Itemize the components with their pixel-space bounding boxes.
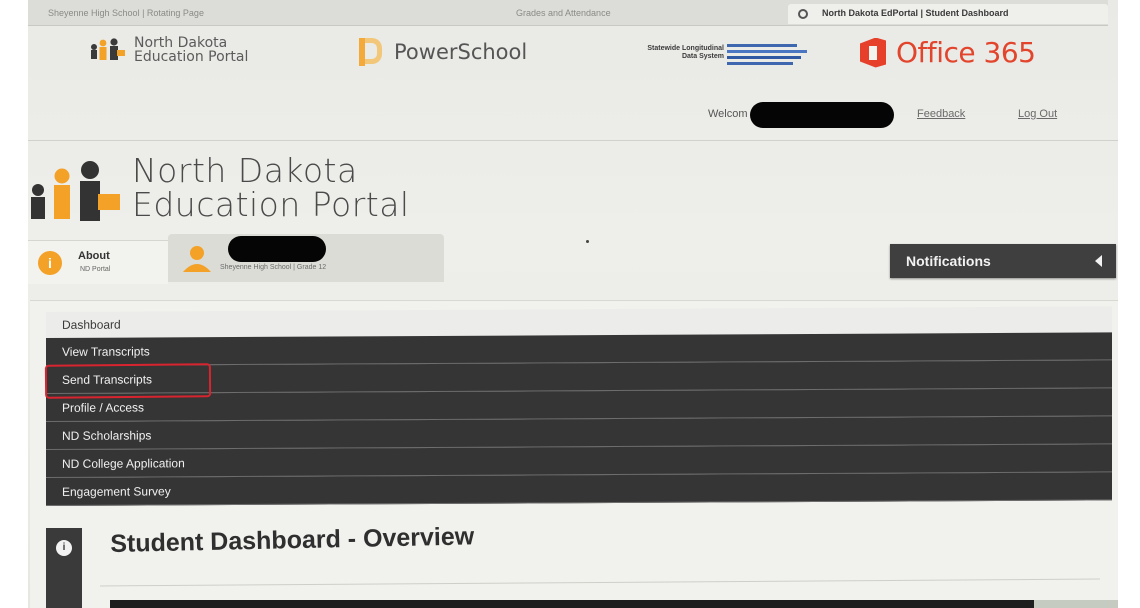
slds-line1: Statewide Longitudinal	[647, 45, 724, 52]
nd-portal-line2: Education Portal	[134, 49, 249, 65]
office365-label: Office 365	[896, 36, 1036, 69]
notifications-toggle[interactable]: Notifications	[890, 244, 1116, 278]
speck	[586, 240, 589, 243]
office365-link[interactable]: Office 365	[860, 36, 1036, 69]
browser-tab-rotating-page[interactable]: Sheyenne High School | Rotating Page	[48, 4, 468, 24]
powerschool-label: PowerSchool	[394, 40, 528, 64]
overview-sidebar: i	[46, 528, 82, 608]
about-tab-subtitle: ND Portal	[80, 266, 111, 273]
notifications-label: Notifications	[906, 253, 991, 269]
people-logo-icon	[31, 161, 120, 221]
feedback-link[interactable]: Feedback	[917, 108, 965, 120]
tab-about[interactable]: i About ND Portal	[28, 240, 168, 284]
info-icon[interactable]: i	[56, 540, 72, 556]
brand-line1: North Dakota	[132, 151, 358, 190]
info-icon: i	[38, 251, 62, 275]
nd-portal-link[interactable]: North Dakota Education Portal	[88, 36, 248, 64]
photo-border-left	[0, 0, 28, 608]
logout-link[interactable]: Log Out	[1018, 108, 1057, 120]
slds-line2: Data System	[681, 53, 724, 60]
brand-line2: Education Portal	[132, 185, 410, 224]
browser-tab-grades[interactable]: Grades and Attendance	[516, 4, 716, 24]
user-icon	[183, 246, 211, 272]
slds-logo-icon	[727, 38, 817, 68]
photo-of-screen: Sheyenne High School | Rotating Page Gra…	[0, 0, 1140, 608]
portal-link-bar: North Dakota Education Portal PowerSchoo…	[28, 26, 1118, 92]
nav-item-engagement-survey[interactable]: Engagement Survey	[46, 472, 1112, 506]
office365-logo-icon	[860, 37, 886, 68]
chevron-left-icon	[1095, 255, 1102, 267]
welcome-text: Welcom	[708, 108, 748, 120]
nd-portal-line1: North Dakota	[134, 35, 228, 51]
user-bar: Welcom Feedback Log Out	[700, 102, 1060, 128]
tab-student[interactable]: Sheyenne High School | Grade 12	[168, 234, 444, 282]
dashboard-nav-menu: Dashboard View Transcripts Send Transcri…	[46, 306, 1112, 506]
powerschool-logo-icon	[356, 36, 382, 68]
powerschool-link[interactable]: PowerSchool	[356, 36, 527, 68]
redacted-username	[750, 102, 894, 128]
tab-close-icon[interactable]	[798, 9, 808, 19]
redacted-student-name	[228, 236, 326, 262]
highlight-box	[44, 363, 212, 399]
slds-link[interactable]: Statewide Longitudinal Data System	[614, 38, 817, 68]
browser-tab-label: North Dakota EdPortal | Student Dashboar…	[822, 8, 1009, 18]
browser-tab-student-dashboard[interactable]: North Dakota EdPortal | Student Dashboar…	[788, 4, 1108, 24]
student-tab-subtitle: Sheyenne High School | Grade 12	[220, 264, 327, 271]
portal-brand: North Dakota Education Portal	[26, 154, 410, 228]
browser-tab-strip: Sheyenne High School | Rotating Page Gra…	[28, 0, 1108, 26]
dark-content-bar	[110, 600, 1034, 608]
people-logo-icon	[91, 38, 125, 60]
about-tab-title: About	[78, 250, 110, 262]
photo-border-right	[1118, 0, 1140, 608]
header-divider	[28, 140, 1118, 141]
